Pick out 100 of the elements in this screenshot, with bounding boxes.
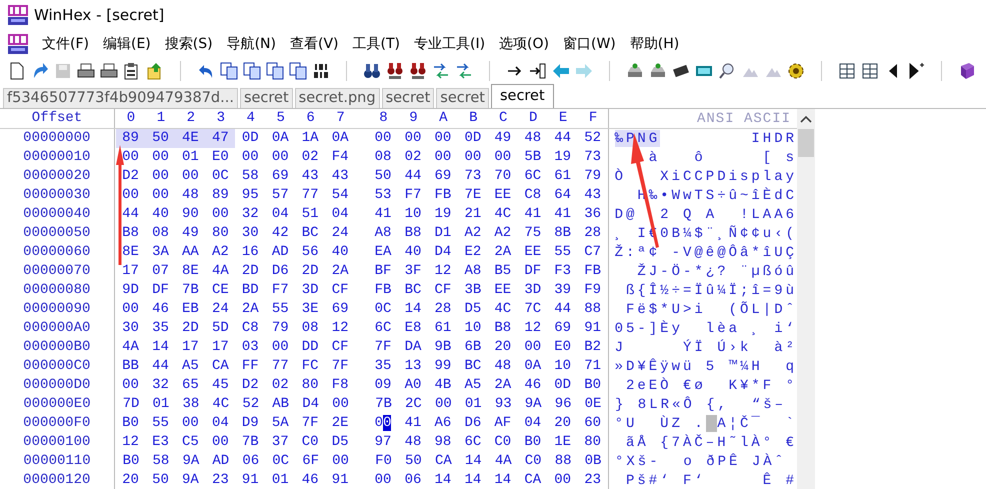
hex-cell-text: 28 — [434, 300, 452, 319]
hex-cell-text: C8 — [240, 319, 260, 338]
copy-icon[interactable] — [289, 62, 307, 80]
hex-cell-text: C0 — [524, 452, 543, 471]
grid-icon[interactable] — [861, 62, 879, 80]
hex-cell-text: 10 — [463, 319, 482, 338]
menu-item[interactable]: 编辑(E) — [102, 35, 151, 53]
hex-cell-text: 5B — [523, 148, 542, 167]
binary-icon[interactable] — [312, 62, 330, 80]
new-document-icon[interactable] — [8, 62, 26, 80]
hex-cell-text: 0D — [553, 376, 572, 395]
copy-icon[interactable] — [220, 62, 238, 80]
hex-cell-text: 20 — [493, 338, 512, 357]
binoculars-icon[interactable] — [386, 62, 404, 80]
magnifier-icon[interactable] — [718, 62, 736, 80]
hex-cell-text: 91 — [330, 471, 350, 489]
replace-icon[interactable] — [432, 62, 450, 80]
hex-cell-text: 58 — [240, 167, 260, 186]
menu-item[interactable]: 选项(O) — [499, 35, 549, 53]
offset-cell: 000000F0 — [0, 414, 115, 433]
hex-cell-text: 40 — [151, 205, 170, 224]
menu-item[interactable]: 查看(V) — [290, 35, 338, 53]
printer-icon[interactable] — [77, 62, 95, 80]
binoculars-icon[interactable] — [409, 62, 427, 80]
hex-cell-text: 41 — [374, 205, 392, 224]
hex-cell-text: 14 — [434, 471, 452, 489]
hex-cell-text: CF — [330, 338, 350, 357]
hex-cell-text: 5D — [210, 319, 230, 338]
hex-cell-text: F9 — [583, 281, 602, 300]
drive-icon[interactable] — [649, 62, 667, 80]
document-tab[interactable]: secret.png — [294, 88, 380, 108]
replace-icon[interactable] — [455, 62, 473, 80]
scroll-thumb[interactable] — [798, 129, 814, 157]
menu-item[interactable]: 工具(T) — [352, 35, 400, 53]
goto-icon[interactable] — [529, 62, 547, 80]
arrow-icon[interactable] — [31, 62, 49, 80]
hex-cell-text: 55 — [270, 300, 290, 319]
column-header: 6 — [305, 109, 316, 128]
menu-item[interactable]: 搜索(S) — [164, 35, 213, 53]
hex-cell-text: FB — [434, 186, 452, 205]
left-arrow-icon[interactable] — [552, 62, 570, 80]
menu-item[interactable]: 专业工具(I) — [414, 35, 486, 53]
ansi-text: °Xš- o ðPÊ JÀˆ — [615, 454, 786, 470]
hex-cell-text: CF — [434, 281, 452, 300]
hex-cell-text: 44 — [151, 357, 170, 376]
hex-cell-text: 2A — [240, 300, 260, 319]
grid-icon[interactable] — [838, 62, 856, 80]
printer-icon[interactable] — [100, 62, 118, 80]
hex-cell-text: 7D — [122, 395, 140, 414]
triangle-right-icon[interactable] — [907, 62, 925, 80]
hex-cell-text: 3E — [300, 300, 320, 319]
hex-cell-text: 65 — [181, 376, 200, 395]
book-icon[interactable] — [958, 62, 976, 80]
offset-cell: 00000100 — [0, 433, 115, 452]
hex-cell-text: B8 — [121, 224, 140, 243]
menu-item[interactable]: 文件(F) — [42, 35, 89, 53]
hex-cell-text: 7F — [374, 338, 392, 357]
document-tab[interactable]: secret — [382, 88, 434, 108]
menu-item[interactable]: 窗口(W) — [563, 35, 616, 53]
hex-cell-text: C7 — [583, 243, 602, 262]
hex-cell-text: 35 — [151, 319, 170, 338]
hex-cell-text: 6C — [523, 167, 542, 186]
hex-cell-text: 28 — [583, 224, 602, 243]
binoculars-icon[interactable] — [363, 62, 381, 80]
drive-icon[interactable] — [626, 62, 644, 80]
menu-item[interactable]: 帮助(H) — [630, 35, 680, 53]
document-tab[interactable]: f5346507773f4b909479387d... — [3, 88, 238, 108]
logo-icon — [8, 5, 28, 25]
document-tab[interactable]: secret — [436, 88, 489, 108]
column-header: C — [498, 109, 508, 128]
scroll-up-icon[interactable] — [800, 115, 812, 123]
offset-cell: 00000090 — [0, 300, 115, 319]
hex-cell-text: 13 — [404, 357, 422, 376]
hex-cell-text: B0 — [122, 452, 140, 471]
hex-cell-text: 00 — [270, 148, 290, 167]
scrollbar[interactable] — [797, 109, 815, 489]
menu-item[interactable]: 导航(N) — [226, 35, 276, 53]
hex-cell-text: 38 — [181, 395, 200, 414]
hex-cell-text: BC — [300, 224, 320, 243]
offset-cell: 00000030 — [0, 186, 115, 205]
hex-cell-text: 21 — [463, 205, 482, 224]
hex-cell-text: A0 — [404, 376, 422, 395]
hex-cell-text: 6B — [463, 338, 482, 357]
copy-icon[interactable] — [266, 62, 284, 80]
hex-cell-text: 44 — [404, 167, 422, 186]
hex-cell-text: 2D — [181, 319, 200, 338]
hex-cell-text: 37 — [270, 433, 290, 452]
copy-icon[interactable] — [243, 62, 261, 80]
hex-cell-text: 00 — [374, 471, 392, 489]
hex-cell-text: 8E — [121, 243, 140, 262]
hex-cell-text: 06 — [241, 452, 260, 471]
hex-cell-text: 5A — [270, 414, 290, 433]
hex-cell-text: F7 — [404, 186, 422, 205]
column-header: 0 — [126, 109, 136, 128]
hex-cell-text: 7B — [181, 281, 200, 300]
hex-cell-text: A5 — [463, 376, 482, 395]
document-tab[interactable]: secret — [490, 84, 554, 108]
document-arrow-icon[interactable] — [146, 62, 164, 80]
document-tab[interactable]: secret — [240, 88, 293, 108]
hex-cell-text: 32 — [151, 376, 170, 395]
